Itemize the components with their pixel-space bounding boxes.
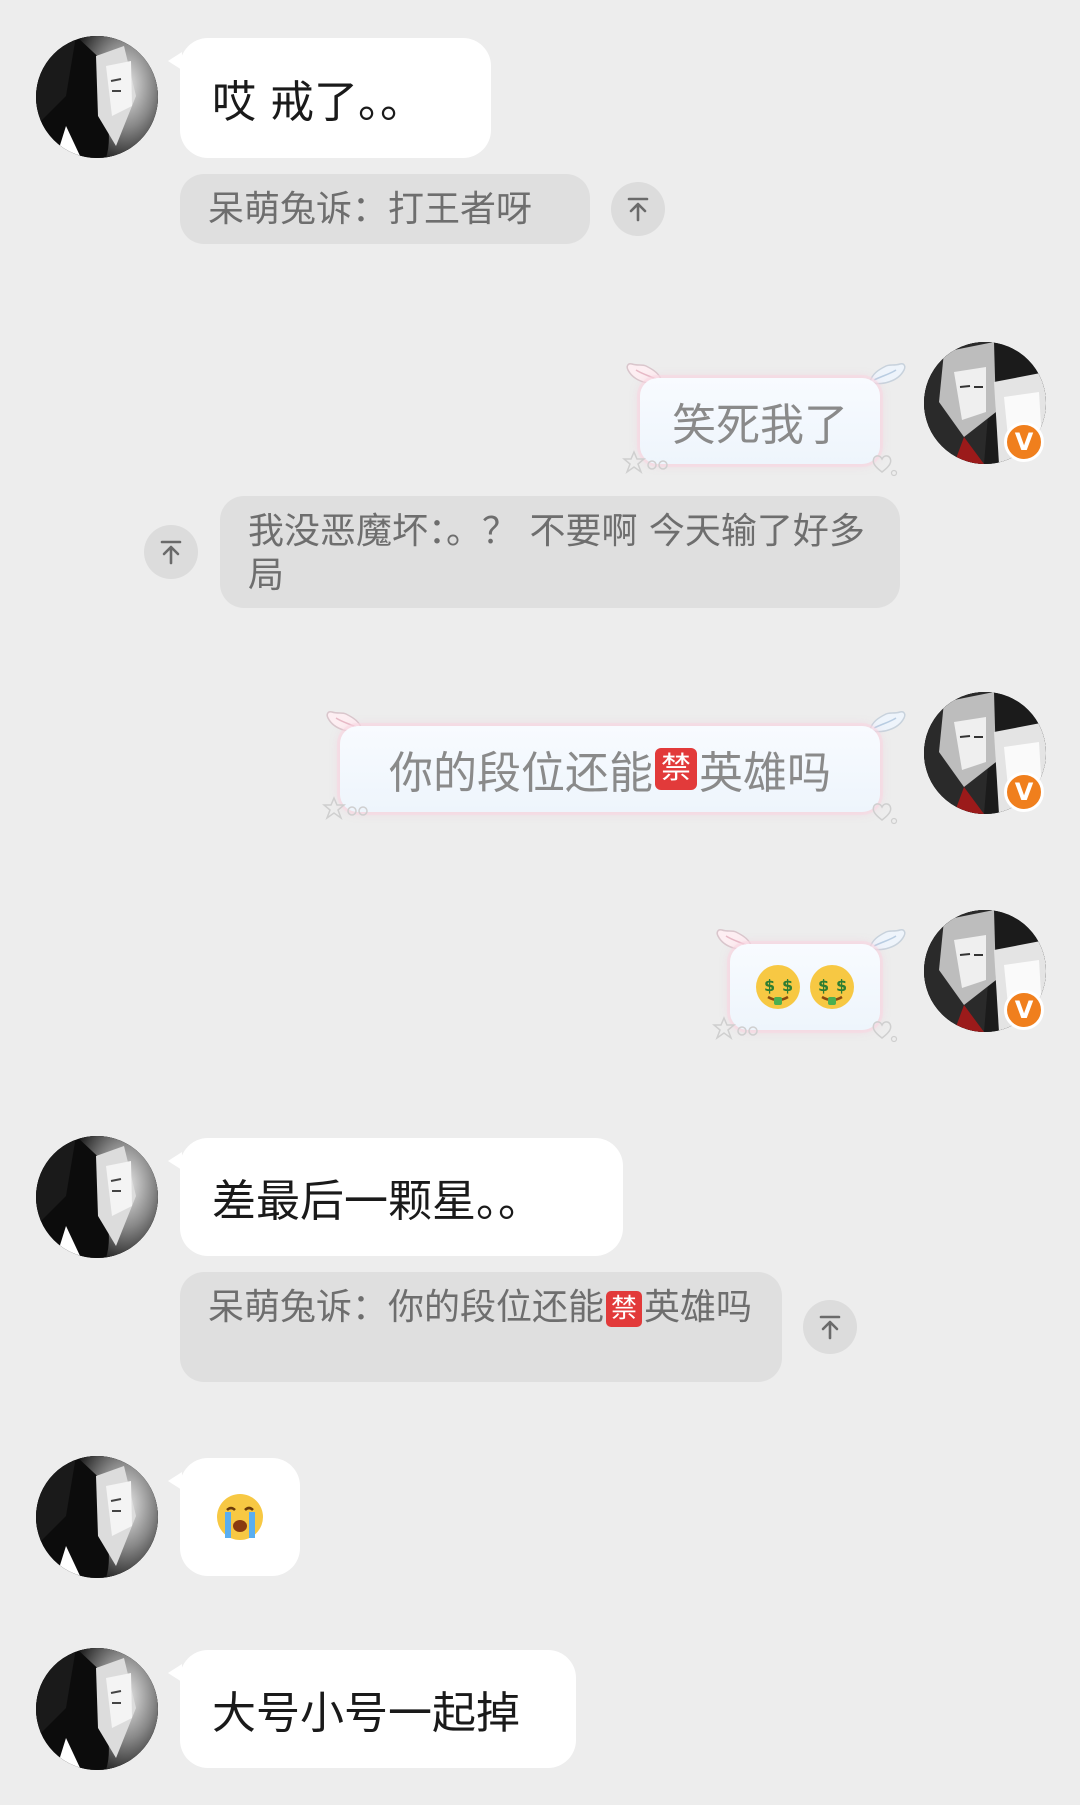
contact-avatar[interactable] [36, 1456, 158, 1578]
message-bubble[interactable]: 哎 戒了。。 [168, 38, 491, 158]
contact-avatar[interactable] [36, 1648, 158, 1770]
message-text: 你的段位还能 [389, 748, 653, 799]
money-mouth-face-icon: $ $ [810, 965, 854, 1009]
message-text: 大号小号一起掉 [212, 1688, 520, 1739]
svg-text:$: $ [782, 976, 793, 995]
svg-text:$: $ [818, 976, 829, 995]
jump-to-original-button[interactable] [144, 525, 198, 579]
quote-text: 我没恶魔坏：。？ 不要啊 今天输了好多局 [248, 511, 865, 596]
star-decoration-icon [322, 796, 372, 822]
jump-to-original-button[interactable] [803, 1300, 857, 1354]
heart-decoration-icon [870, 800, 900, 826]
star-decoration-icon [712, 1016, 762, 1042]
message-text: 笑死我了 [672, 400, 848, 451]
prohibited-emoji: 禁 [606, 1291, 643, 1327]
svg-text:$: $ [836, 976, 847, 995]
emoji-message-bubble[interactable] [168, 1458, 300, 1576]
arrow-up-icon [156, 537, 186, 567]
verified-badge: V [1004, 772, 1044, 812]
prohibited-emoji: 禁 [655, 748, 697, 790]
star-decoration-icon [622, 450, 672, 476]
heart-decoration-icon [870, 452, 900, 478]
contact-avatar[interactable] [36, 1136, 158, 1258]
verified-badge: V [1004, 990, 1044, 1030]
quote-text: 呆萌兔诉：打王者呀 [208, 189, 533, 230]
heart-decoration-icon [870, 1018, 900, 1044]
arrow-up-icon [815, 1312, 845, 1342]
message-text: 哎 戒了。。 [212, 77, 424, 128]
message-text: 差最后一颗星。。 [212, 1176, 542, 1227]
quote-text: 英雄吗 [644, 1287, 753, 1328]
verified-badge: V [1004, 422, 1044, 462]
message-text: 英雄吗 [699, 748, 831, 799]
arrow-up-icon [623, 194, 653, 224]
loudly-crying-face-icon [217, 1494, 263, 1540]
quoted-message[interactable]: 我没恶魔坏：。？ 不要啊 今天输了好多局 [220, 496, 900, 608]
jump-to-original-button[interactable] [611, 182, 665, 236]
contact-avatar[interactable] [36, 36, 158, 158]
message-bubble[interactable]: 大号小号一起掉 [168, 1650, 576, 1768]
money-mouth-face-icon: $ $ [756, 965, 800, 1009]
message-bubble[interactable]: 差最后一颗星。。 [168, 1138, 623, 1256]
message-bubble[interactable]: 你的段位还能禁英雄吗 [340, 726, 880, 812]
message-bubble[interactable]: 笑死我了 [640, 378, 880, 464]
svg-text:$: $ [764, 976, 775, 995]
quoted-message[interactable]: 呆萌兔诉：你的段位还能禁英雄吗 [180, 1272, 782, 1382]
quoted-message[interactable]: 呆萌兔诉：打王者呀 [180, 174, 590, 244]
quote-text: 呆萌兔诉：你的段位还能 [208, 1287, 605, 1328]
